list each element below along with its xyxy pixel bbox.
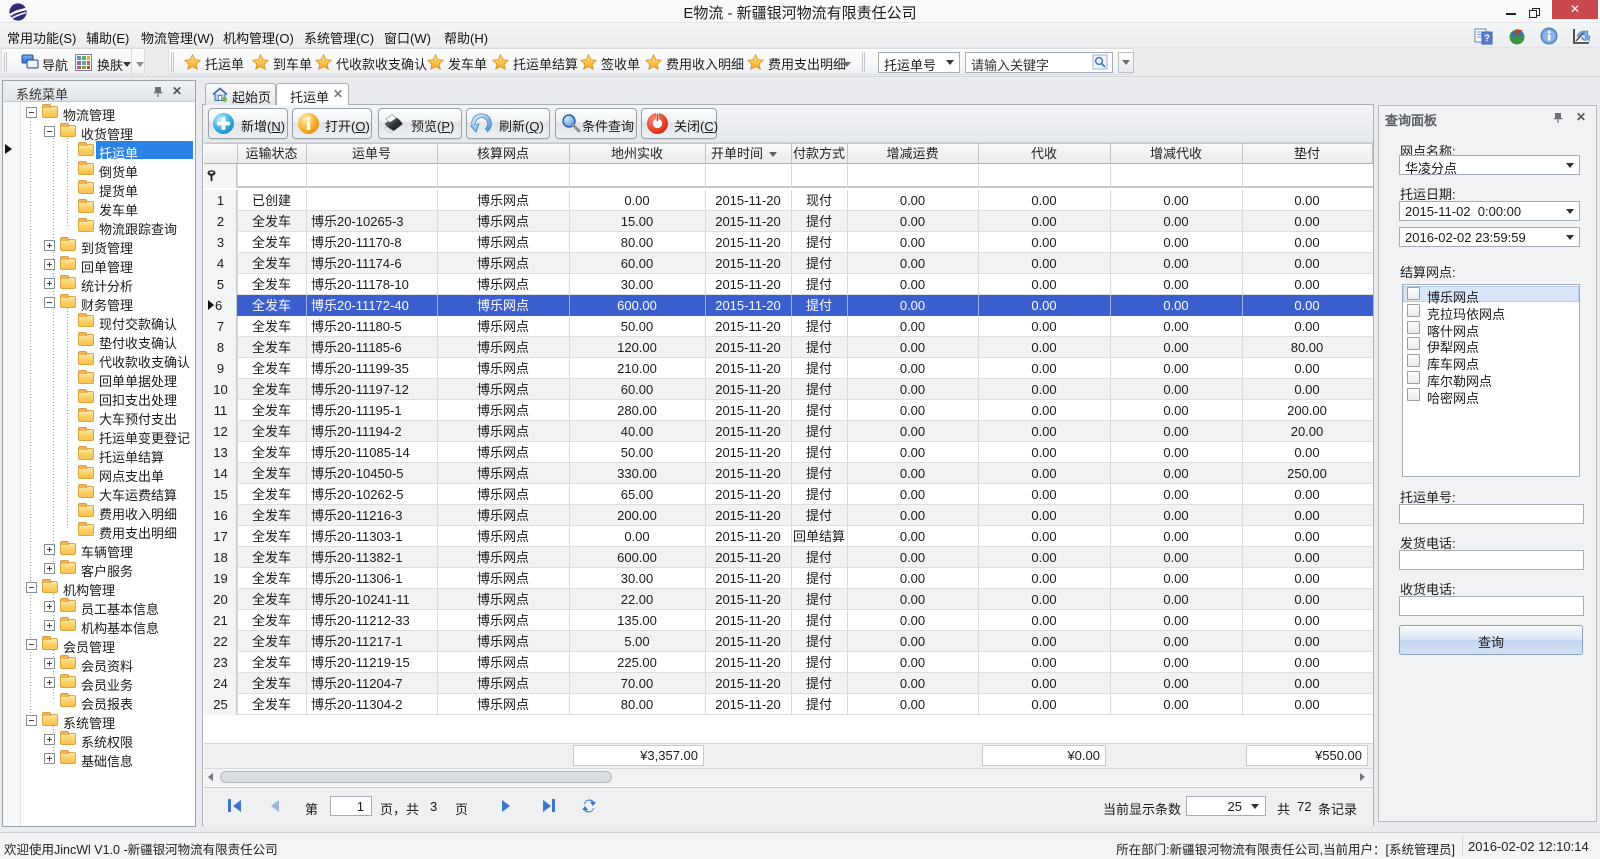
svg-text:?: ? — [1484, 33, 1490, 43]
